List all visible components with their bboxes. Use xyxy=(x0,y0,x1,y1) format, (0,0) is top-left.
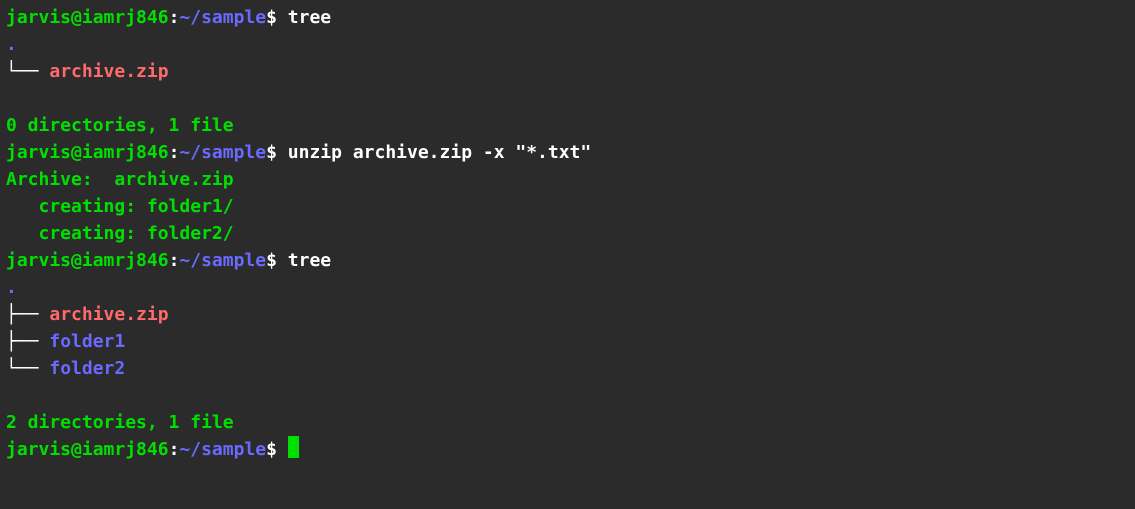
tree1-summary: 0 directories, 1 file xyxy=(6,112,1129,139)
tree1-dot: . xyxy=(6,31,1129,58)
prompt-line-3: jarvis@iamrj846:~/sample$ tree xyxy=(6,247,1129,274)
blank-2 xyxy=(6,382,1129,409)
prompt-line-2: jarvis@iamrj846:~/sample$ unzip archive.… xyxy=(6,139,1129,166)
command-tree-1: tree xyxy=(288,7,331,28)
prompt-line-4[interactable]: jarvis@iamrj846:~/sample$ xyxy=(6,436,1129,463)
tree2-dir-folder2: folder2 xyxy=(49,358,125,379)
tree2-dot: . xyxy=(6,274,1129,301)
command-unzip: unzip archive.zip -x "*.txt" xyxy=(288,142,591,163)
prompt-dollar: $ xyxy=(266,7,277,28)
command-tree-2: tree xyxy=(288,250,331,271)
tree2-dir-folder1: folder1 xyxy=(49,331,125,352)
prompt-line-1: jarvis@iamrj846:~/sample$ tree xyxy=(6,4,1129,31)
prompt-sep: : xyxy=(169,7,180,28)
tree1-row-1: └── archive.zip xyxy=(6,58,1129,85)
prompt-path: ~/sample xyxy=(179,7,266,28)
tree1-file-archive: archive.zip xyxy=(49,61,168,82)
unzip-create-1: creating: folder1/ xyxy=(6,193,1129,220)
tree2-file-archive: archive.zip xyxy=(49,304,168,325)
tree2-row-2: ├── folder1 xyxy=(6,328,1129,355)
tree2-summary: 2 directories, 1 file xyxy=(6,409,1129,436)
blank-1 xyxy=(6,85,1129,112)
terminal[interactable]: jarvis@iamrj846:~/sample$ tree . └── arc… xyxy=(6,4,1129,463)
sp xyxy=(277,7,288,28)
unzip-archive: Archive: archive.zip xyxy=(6,166,1129,193)
prompt-user: jarvis@iamrj846 xyxy=(6,7,169,28)
cursor-icon xyxy=(288,436,299,458)
tree2-row-1: ├── archive.zip xyxy=(6,301,1129,328)
tree2-row-3: └── folder2 xyxy=(6,355,1129,382)
unzip-create-2: creating: folder2/ xyxy=(6,220,1129,247)
